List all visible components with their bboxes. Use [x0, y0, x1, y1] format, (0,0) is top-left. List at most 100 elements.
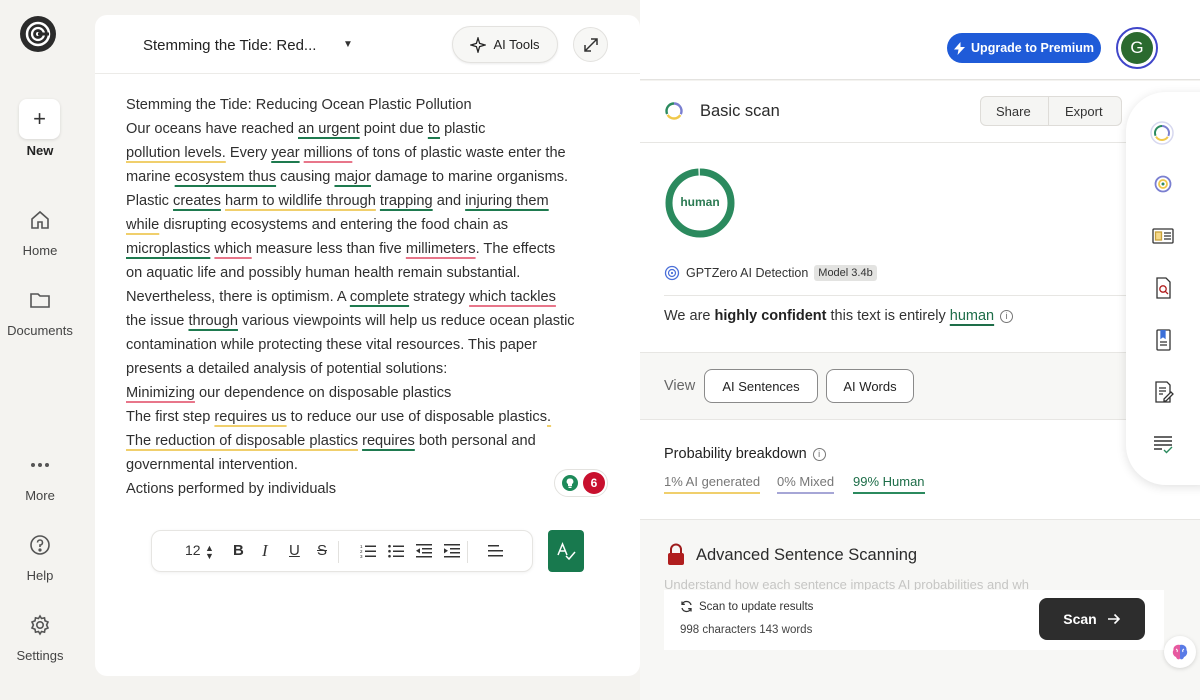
lightbulb-icon	[562, 475, 578, 491]
more-dots-icon[interactable]	[28, 453, 52, 477]
text-run: Our oceans have reached	[126, 121, 298, 137]
text-run: point due	[359, 121, 428, 137]
flagged-phrase[interactable]: which tackles	[469, 289, 556, 305]
flagged-phrase[interactable]: harm to wildlife through	[225, 193, 376, 209]
strikethrough-button[interactable]: S	[317, 542, 327, 559]
text-run: presents a detailed analysis of potentia…	[126, 361, 448, 377]
document-line: Stemming the Tide: Reducing Ocean Plasti…	[126, 93, 616, 117]
refresh-icon	[681, 600, 692, 613]
ai-sentences-button[interactable]: AI Sentences	[704, 369, 818, 403]
home-icon[interactable]	[28, 208, 52, 232]
folder-icon[interactable]	[28, 288, 52, 312]
arrow-right-icon	[1107, 613, 1120, 625]
more-label[interactable]: More	[0, 488, 80, 503]
flagged-phrase[interactable]: requires	[362, 433, 415, 449]
avatar[interactable]: G	[1121, 32, 1153, 64]
document-line: governmental intervention.	[126, 453, 616, 477]
brain-icon	[1172, 644, 1188, 660]
gptzero-logo-icon[interactable]	[20, 16, 56, 52]
info-icon[interactable]: i	[812, 447, 826, 461]
expand-button[interactable]	[573, 27, 608, 62]
scan-button[interactable]: Scan	[1039, 598, 1145, 640]
flagged-phrase[interactable]: The reduction of disposable plastics	[126, 433, 358, 449]
char-word-count: 998 characters 143 words	[680, 624, 813, 636]
lightning-icon	[954, 41, 966, 55]
plus-icon: +	[33, 106, 46, 131]
document-line: The first step requires us to reduce our…	[126, 405, 616, 429]
gear-icon[interactable]	[28, 613, 52, 637]
flagged-phrase[interactable]: millimeters	[406, 241, 476, 257]
basic-scan-tool-icon[interactable]	[1150, 121, 1174, 145]
flagged-phrase[interactable]: pollution levels.	[126, 145, 226, 161]
text-run: measure less than five	[251, 241, 406, 257]
text-run: Actions performed by individuals	[126, 481, 337, 497]
info-icon[interactable]: i	[1000, 309, 1014, 323]
text-run: marine	[126, 169, 175, 185]
document-line: on aquatic life and possibly human healt…	[126, 261, 616, 285]
document-body[interactable]: Stemming the Tide: Reducing Ocean Plasti…	[126, 93, 616, 501]
flagged-phrase[interactable]: major	[334, 169, 371, 185]
text-run: damage to marine organisms.	[370, 169, 569, 185]
ai-words-button[interactable]: AI Words	[826, 369, 914, 403]
bullet-list-icon[interactable]	[388, 544, 404, 558]
flagged-phrase[interactable]: complete	[350, 289, 409, 305]
editor-panel: Stemming the Tide: Red... ▼ AI Tools Ste…	[95, 15, 640, 676]
export-button[interactable]: Export	[1065, 104, 1103, 119]
documents-label[interactable]: Documents	[0, 323, 80, 338]
flagged-phrase[interactable]: while	[126, 217, 159, 233]
stepper-arrows-icon[interactable]: ▲ ▼	[205, 544, 214, 561]
document-title-dropdown[interactable]: Stemming the Tide: Red...	[143, 37, 316, 54]
grammar-checklist-tool-icon[interactable]	[1152, 433, 1174, 455]
ai-vocab-tool-icon[interactable]	[1152, 225, 1174, 247]
flagged-phrase[interactable]: microplastics	[126, 241, 210, 257]
scan-button-label: Scan	[1063, 611, 1097, 627]
flagged-phrase[interactable]: trapping	[380, 193, 433, 209]
flagged-phrase[interactable]: creates	[173, 193, 221, 209]
detector-label: GPTZero AI Detection	[686, 266, 809, 280]
help-label[interactable]: Help	[0, 568, 80, 583]
flagged-phrase[interactable]: which	[214, 241, 251, 257]
top-bar	[640, 0, 1200, 80]
align-left-icon[interactable]	[488, 545, 503, 557]
writing-feedback-tool-icon[interactable]	[1152, 381, 1174, 403]
home-label[interactable]: Home	[0, 243, 80, 258]
ai-tools-button[interactable]: AI Tools	[452, 26, 558, 63]
share-button[interactable]: Share	[996, 104, 1031, 119]
ai-target-tool-icon[interactable]	[1152, 173, 1174, 195]
flagged-phrase[interactable]: Minimizing	[126, 385, 195, 401]
flagged-phrase[interactable]: year	[271, 145, 299, 161]
numbered-list-icon[interactable]: 123	[360, 544, 376, 558]
underline-button[interactable]: U	[289, 542, 300, 559]
italic-button[interactable]: I	[262, 541, 268, 561]
svg-text:3: 3	[360, 554, 363, 558]
upgrade-premium-button[interactable]: Upgrade to Premium	[947, 33, 1101, 63]
caret-down-icon[interactable]: ▼	[343, 39, 353, 50]
flagged-phrase[interactable]: requires us	[214, 409, 286, 425]
document-line: The reduction of disposable plastics req…	[126, 429, 616, 453]
flagged-phrase[interactable]: ecosystem thus	[175, 169, 276, 185]
document-line: Actions performed by individuals	[126, 477, 616, 501]
brain-assistant-button[interactable]	[1164, 636, 1196, 668]
citation-tool-icon[interactable]	[1152, 329, 1174, 351]
flagged-phrase[interactable]: an urgent	[298, 121, 360, 137]
confidence-mid: this text is entirely	[826, 308, 950, 324]
flagged-phrase[interactable]: injuring them	[465, 193, 549, 209]
text-run: Plastic	[126, 193, 174, 209]
flagged-phrase[interactable]: .	[547, 409, 551, 425]
plagiarism-tool-icon[interactable]	[1152, 277, 1174, 299]
suggestions-badge[interactable]: 6	[554, 469, 608, 497]
new-document-button[interactable]: +	[19, 99, 60, 139]
flagged-phrase[interactable]: through	[188, 313, 238, 329]
flagged-phrase[interactable]: millions	[304, 145, 353, 161]
document-line: Minimizing our dependence on disposable …	[126, 381, 616, 405]
font-size-stepper[interactable]: 12	[185, 542, 201, 558]
help-icon[interactable]	[28, 533, 52, 557]
indent-icon[interactable]	[444, 544, 460, 558]
bold-button[interactable]: B	[233, 542, 244, 559]
button-divider	[1048, 97, 1049, 125]
settings-label[interactable]: Settings	[0, 648, 80, 663]
grammar-check-button[interactable]	[548, 530, 584, 572]
flagged-phrase[interactable]: to	[428, 121, 440, 137]
outdent-icon[interactable]	[416, 544, 432, 558]
document-line: the issue through various viewpoints wil…	[126, 309, 616, 333]
